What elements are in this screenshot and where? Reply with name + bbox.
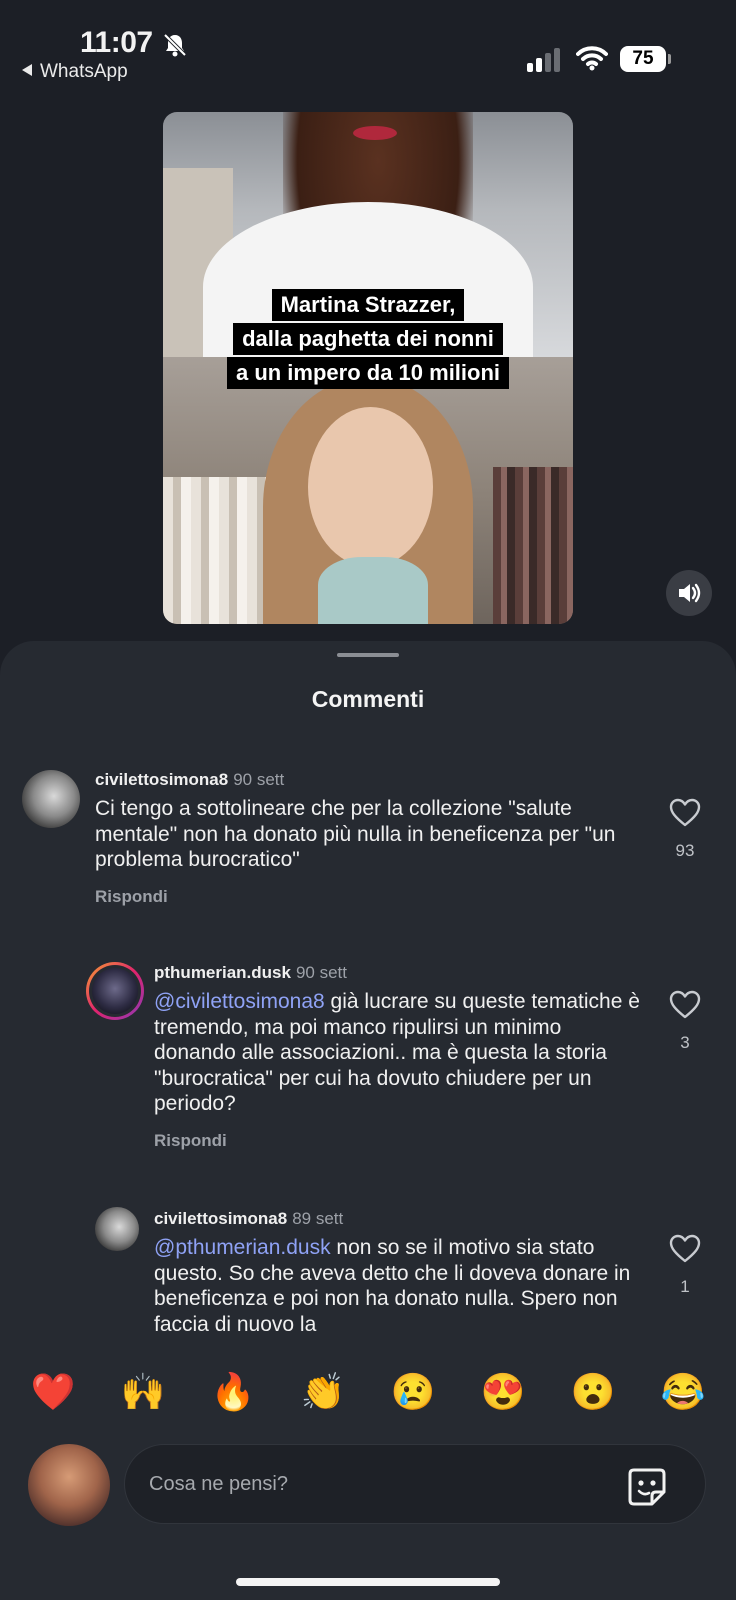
comment: civilettosimona8 90 sett Ci tengo a sotto… bbox=[95, 770, 645, 907]
like-count: 3 bbox=[680, 1033, 690, 1052]
comment-header: civilettosimona8 89 sett bbox=[154, 1209, 644, 1229]
avatar[interactable] bbox=[22, 770, 80, 828]
back-to-app-link[interactable]: WhatsApp bbox=[22, 61, 128, 83]
comment-text: @civilettosimona8 già lucrare su queste … bbox=[154, 989, 644, 1117]
reaction-laughing[interactable]: 😂 bbox=[658, 1368, 708, 1416]
signal-icon bbox=[527, 46, 563, 72]
comment-time: 89 sett bbox=[292, 1209, 344, 1228]
caption-line: a un impero da 10 milioni bbox=[226, 357, 510, 389]
speaker-icon bbox=[679, 583, 701, 603]
quick-reactions-bar: ❤️ 🙌 🔥 👏 😢 😍 😮 😂 bbox=[0, 1368, 736, 1416]
comment-clip: civilettosimona8 89 sett @pthumerian.dusk… bbox=[0, 1195, 736, 1338]
caption-line: dalla paghetta dei nonni bbox=[233, 323, 503, 355]
comment-input[interactable]: Cosa ne pensi? bbox=[124, 1444, 706, 1524]
comment-username[interactable]: civilettosimona8 bbox=[95, 770, 228, 789]
bell-slash-icon bbox=[163, 33, 187, 57]
video-player[interactable]: Martina Strazzer, dalla paghetta dei non… bbox=[163, 112, 573, 624]
sticker-icon[interactable] bbox=[626, 1466, 668, 1508]
sheet-title: Commenti bbox=[311, 686, 425, 712]
heart-icon[interactable] bbox=[669, 1234, 701, 1264]
reaction-crying[interactable]: 😢 bbox=[388, 1368, 438, 1416]
reaction-fire[interactable]: 🔥 bbox=[208, 1368, 258, 1416]
battery-tip bbox=[668, 54, 671, 64]
comment-time: 90 sett bbox=[295, 963, 348, 982]
sound-toggle-button[interactable] bbox=[666, 570, 712, 616]
video-bottom-frame bbox=[163, 357, 573, 624]
comment-composer: Cosa ne pensi? bbox=[0, 1420, 736, 1560]
avatar[interactable] bbox=[95, 1207, 139, 1251]
reaction-heart[interactable]: ❤️ bbox=[28, 1368, 78, 1416]
comment: pthumerian.dusk 90 sett @civilettosimona8… bbox=[154, 963, 644, 1151]
comment-header: pthumerian.dusk 90 sett bbox=[154, 963, 644, 983]
comment-body: Ci tengo a sottolineare che per la colle… bbox=[95, 797, 616, 871]
reply-button[interactable]: Rispondi bbox=[154, 1131, 644, 1151]
reaction-surprised[interactable]: 😮 bbox=[568, 1368, 618, 1416]
like-control: 93 bbox=[665, 798, 705, 861]
heart-icon[interactable] bbox=[669, 798, 701, 828]
sheet-drag-handle[interactable] bbox=[337, 653, 399, 657]
home-indicator[interactable] bbox=[236, 1578, 500, 1586]
comment-text: @pthumerian.dusk non so se il motivo sia… bbox=[154, 1235, 644, 1337]
comment-header: civilettosimona8 90 sett bbox=[95, 770, 645, 790]
reaction-raised-hands[interactable]: 🙌 bbox=[118, 1368, 168, 1416]
comment-username[interactable]: pthumerian.dusk bbox=[154, 963, 291, 982]
reaction-heart-eyes[interactable]: 😍 bbox=[478, 1368, 528, 1416]
like-count: 93 bbox=[675, 841, 695, 860]
wifi-icon bbox=[576, 46, 608, 71]
reply-button[interactable]: Rispondi bbox=[95, 887, 645, 907]
like-control: 1 bbox=[665, 1234, 705, 1297]
avatar[interactable] bbox=[86, 962, 144, 1020]
current-user-avatar bbox=[28, 1444, 110, 1526]
comment: civilettosimona8 89 sett @pthumerian.dusk… bbox=[154, 1209, 644, 1337]
comment-text: Ci tengo a sottolineare che per la colle… bbox=[95, 796, 645, 873]
back-app-label: WhatsApp bbox=[40, 61, 128, 82]
heart-icon[interactable] bbox=[669, 990, 701, 1020]
comment-mention[interactable]: @pthumerian.dusk bbox=[154, 1236, 331, 1259]
status-time: 11:07 bbox=[80, 26, 153, 59]
status-bar: 11:07 WhatsApp 75 bbox=[0, 0, 736, 100]
comment-mention[interactable]: @civilettosimona8 bbox=[154, 990, 325, 1013]
video-caption: Martina Strazzer, dalla paghetta dei non… bbox=[163, 288, 573, 390]
reaction-clapping[interactable]: 👏 bbox=[298, 1368, 348, 1416]
caption-line: Martina Strazzer, bbox=[271, 289, 465, 321]
like-count: 1 bbox=[680, 1277, 690, 1296]
like-control: 3 bbox=[665, 990, 705, 1053]
battery-icon: 75 bbox=[620, 46, 666, 72]
comment-username[interactable]: civilettosimona8 bbox=[154, 1209, 287, 1228]
comment-time: 90 sett bbox=[233, 770, 285, 789]
back-arrow-icon bbox=[22, 64, 32, 76]
